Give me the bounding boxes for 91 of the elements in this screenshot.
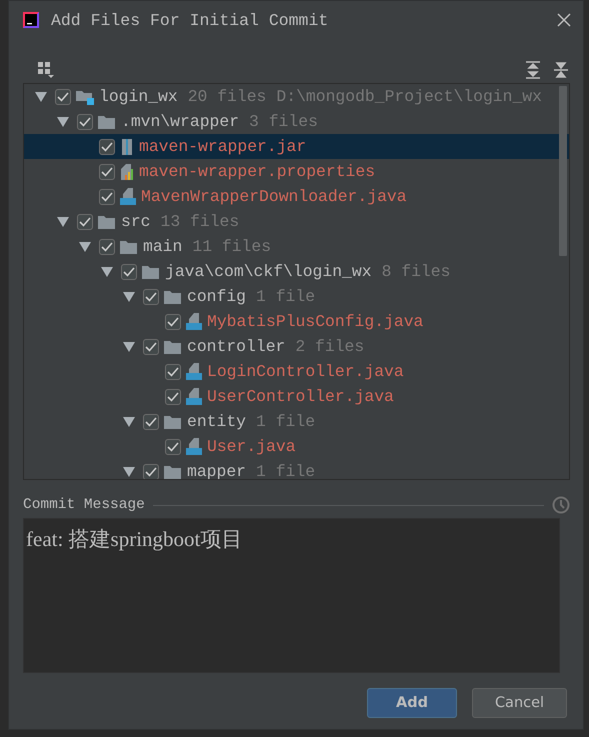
java-file-icon <box>185 437 203 456</box>
checkbox[interactable] <box>99 238 115 254</box>
folder-icon <box>163 414 183 430</box>
add-button[interactable]: Add <box>367 688 457 718</box>
folder-name: login_wx <box>99 87 178 106</box>
expand-all-icon[interactable] <box>525 61 541 79</box>
file-count: 3 files <box>249 112 318 131</box>
java-file-icon <box>185 312 203 331</box>
file-name: LoginController.java <box>207 362 404 381</box>
file-name: MavenWrapperDownloader.java <box>141 187 407 206</box>
app-logo-icon <box>21 10 41 30</box>
checkbox[interactable] <box>143 464 159 479</box>
expanded-arrow-icon[interactable] <box>101 266 113 276</box>
folder-icon <box>97 114 117 130</box>
group-by-icon[interactable] <box>37 61 55 79</box>
tree-row[interactable]: controller 2 files <box>24 334 569 359</box>
folder-name: java\com\ckf\login_wx <box>165 262 372 281</box>
checkbox[interactable] <box>143 338 159 354</box>
tree-row[interactable]: src 13 files <box>24 209 569 234</box>
file-name: maven-wrapper.properties <box>139 162 376 181</box>
checkbox[interactable] <box>99 138 115 154</box>
collapse-all-icon[interactable] <box>553 61 569 79</box>
expanded-arrow-icon[interactable] <box>35 92 47 102</box>
folder-name: controller <box>187 337 286 356</box>
file-count: 1 file <box>256 287 316 306</box>
file-name: maven-wrapper.jar <box>139 137 306 156</box>
expanded-arrow-icon[interactable] <box>57 216 69 226</box>
file-name: UserController.java <box>207 387 394 406</box>
scrollbar[interactable] <box>559 86 567 256</box>
checkbox[interactable] <box>55 88 71 104</box>
tree-row[interactable]: User.java <box>24 434 569 459</box>
cancel-button[interactable]: Cancel <box>472 688 567 718</box>
checkbox[interactable] <box>99 188 115 204</box>
folder-icon <box>97 214 117 230</box>
java-file-icon <box>185 387 203 406</box>
tree-row[interactable]: .mvn\wrapper 3 files <box>24 109 569 134</box>
folder-icon <box>119 238 139 254</box>
file-count: 20 files <box>188 87 266 106</box>
tree-row[interactable]: config 1 file <box>24 284 569 309</box>
expanded-arrow-icon[interactable] <box>57 116 69 126</box>
folder-name: config <box>187 287 246 306</box>
file-count: 8 files <box>382 262 450 281</box>
folder-name: src <box>121 212 151 231</box>
checkbox[interactable] <box>99 164 115 180</box>
folder-icon <box>163 288 183 304</box>
folder-name: .mvn\wrapper <box>121 112 240 131</box>
folder-icon <box>163 338 183 354</box>
checkbox[interactable] <box>77 114 93 130</box>
file-count: 2 files <box>295 337 364 356</box>
checkbox[interactable] <box>165 364 181 380</box>
tree-row[interactable]: main 11 files <box>24 234 569 259</box>
tree-row[interactable]: MybatisPlusConfig.java <box>24 309 569 334</box>
tree-row[interactable]: maven-wrapper.properties <box>24 159 569 184</box>
expanded-arrow-icon[interactable] <box>123 342 135 352</box>
tree-row[interactable]: LoginController.java <box>24 359 569 384</box>
checkbox[interactable] <box>165 438 181 454</box>
file-count: 13 files <box>160 212 240 231</box>
archive-icon <box>119 138 135 156</box>
folder-icon <box>163 464 183 479</box>
java-file-icon <box>119 187 137 206</box>
file-count: 1 file <box>256 462 316 479</box>
folder-name: main <box>143 237 182 256</box>
tree-row[interactable]: UserController.java <box>24 384 569 409</box>
folder-name: entity <box>187 412 246 431</box>
file-name: MybatisPlusConfig.java <box>207 312 424 331</box>
checkbox[interactable] <box>143 288 159 304</box>
java-file-icon <box>185 362 203 381</box>
expanded-arrow-icon[interactable] <box>123 292 135 302</box>
commit-message-label: Commit Message <box>23 497 145 513</box>
checkbox[interactable] <box>77 214 93 230</box>
checkbox[interactable] <box>165 314 181 330</box>
folder-icon <box>141 264 161 280</box>
tree-row[interactable]: entity 1 file <box>24 409 569 434</box>
expanded-arrow-icon[interactable] <box>123 466 135 476</box>
close-icon[interactable] <box>557 13 571 27</box>
expanded-arrow-icon[interactable] <box>123 416 135 426</box>
tree-row[interactable]: maven-wrapper.jar <box>24 134 569 159</box>
file-count: 1 file <box>256 412 316 431</box>
tree-row[interactable]: MavenWrapperDownloader.java <box>24 184 569 209</box>
commit-message-field[interactable]: feat: 搭建springboot项目 <box>23 518 560 673</box>
tree-row[interactable]: login_wx 20 files D:\mongodb_Project\login_wx <box>24 84 569 109</box>
checkbox[interactable] <box>121 264 137 280</box>
checkbox[interactable] <box>165 388 181 404</box>
window-title: Add Files For Initial Commit <box>51 10 330 30</box>
properties-file-icon <box>119 162 135 180</box>
tree-row[interactable]: java\com\ckf\login_wx 8 files <box>24 259 569 284</box>
checkbox[interactable] <box>143 414 159 430</box>
folder-path: D:\mongodb_Project\login_wx <box>276 87 542 106</box>
file-count: 11 files <box>192 237 272 256</box>
expanded-arrow-icon[interactable] <box>79 242 91 252</box>
file-name: User.java <box>207 437 296 456</box>
